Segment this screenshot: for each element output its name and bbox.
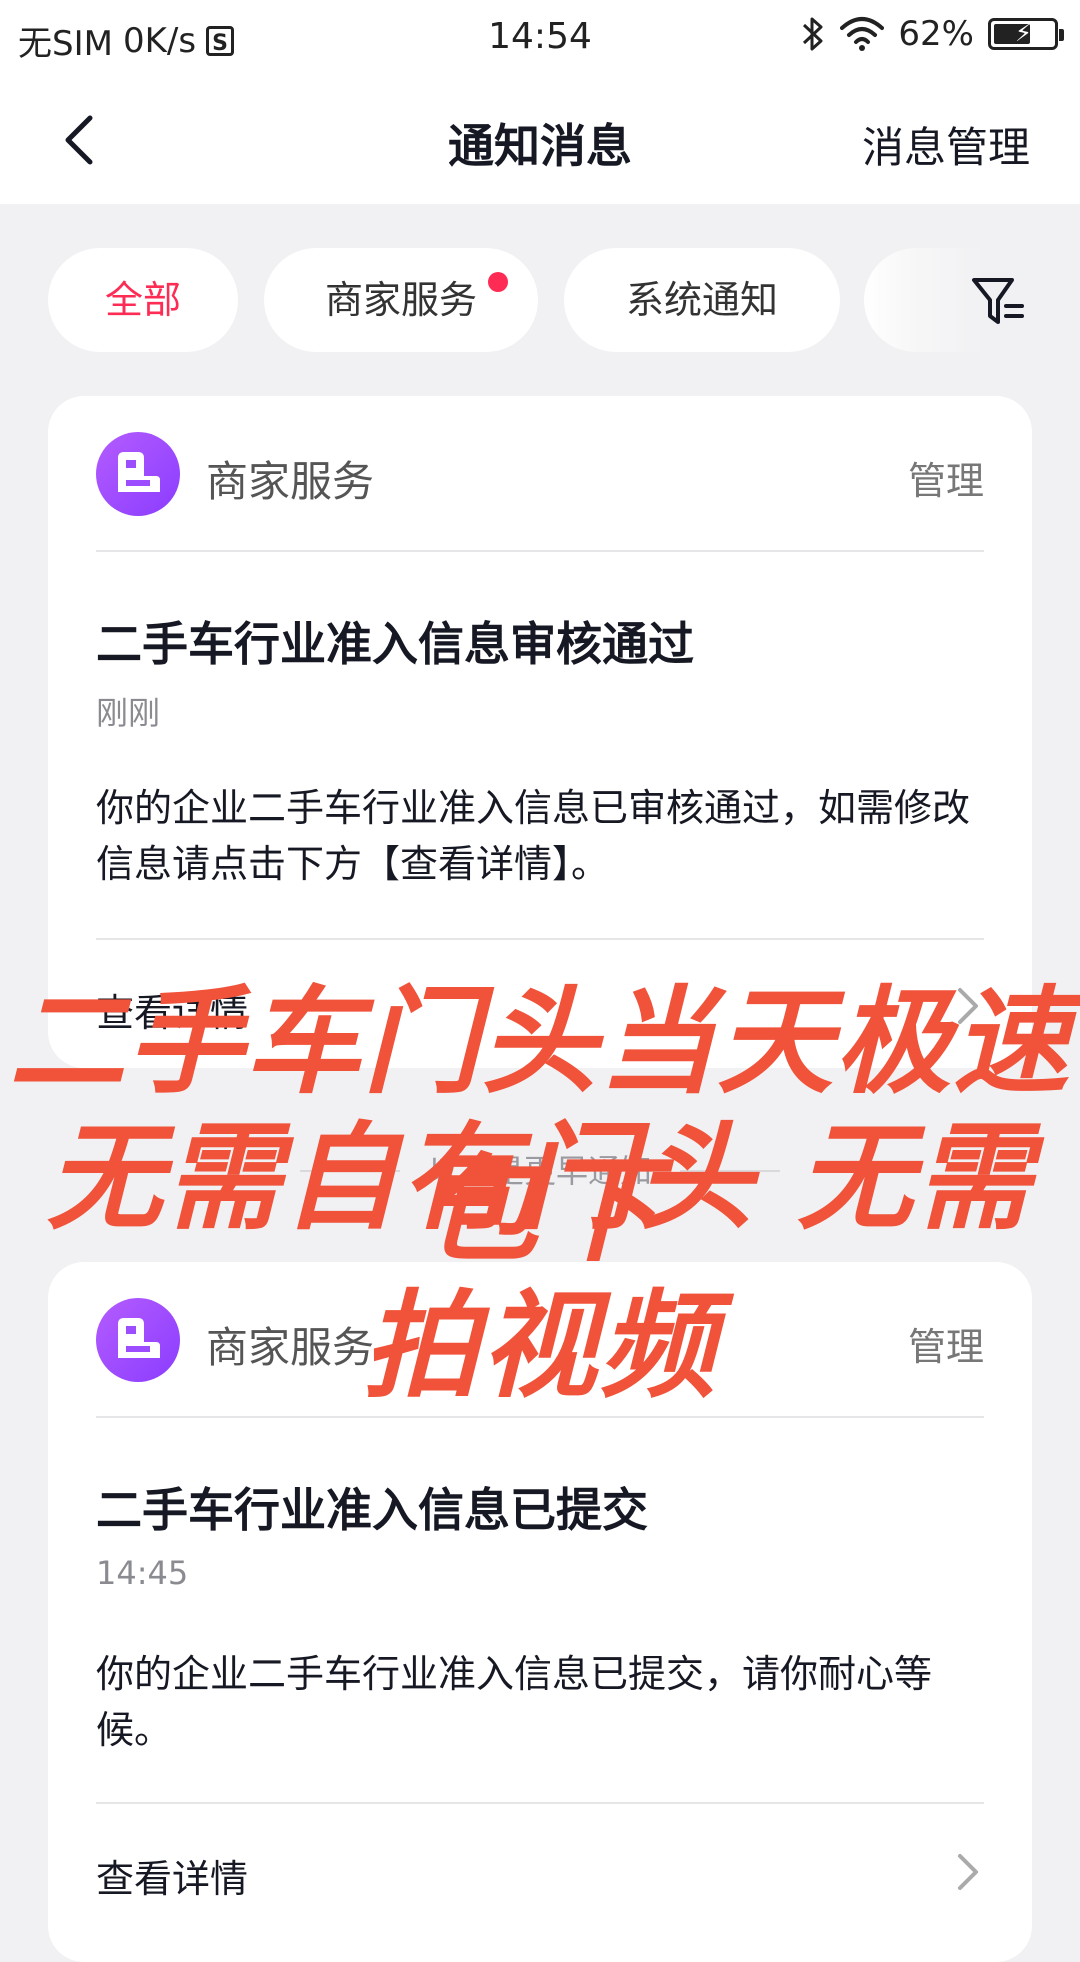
merchant-avatar: [96, 432, 180, 516]
promo-overlay-line2: 无需自有门头 无需拍视频: [46, 1111, 1034, 1414]
card-manage-button[interactable]: 管理: [908, 450, 984, 505]
card-divider: [96, 938, 984, 940]
battery-tip: [1059, 29, 1064, 41]
wifi-icon: [840, 17, 885, 51]
bluetooth-icon: [803, 17, 823, 51]
message-time: 刚刚: [96, 694, 161, 732]
message-title: 二手车行业准入信息审核通过: [96, 617, 694, 671]
card-divider: [96, 1802, 984, 1804]
message-body: 你的企业二手车行业准入信息已提交，请你耐心等候。: [96, 1652, 933, 1752]
tab-overflow-fade: [864, 248, 984, 352]
tab-all[interactable]: 全部: [48, 248, 238, 352]
chevron-right-icon: [958, 1854, 978, 1890]
tab-merchant-service[interactable]: 商家服务: [264, 248, 538, 352]
tab-system-notice[interactable]: 系统通知: [564, 248, 840, 352]
message-title: 二手车行业准入信息已提交: [96, 1483, 648, 1537]
unread-badge: [488, 272, 508, 292]
status-bar: 无SIM 0K/s S 14:54 62% ⚡: [0, 0, 1080, 76]
filter-icon[interactable]: [968, 272, 1028, 332]
message-time: 14:45: [96, 1554, 189, 1592]
message-body: 你的企业二手车行业准入信息已审核通过，如需修改信息请点击下方【查看详情】。: [96, 786, 971, 886]
sender-name: 商家服务: [206, 457, 375, 506]
card-header: 商家服务 管理: [96, 432, 984, 516]
view-details-link[interactable]: 查看详情: [96, 1848, 248, 1903]
charging-bolt-icon: ⚡: [1015, 19, 1032, 47]
tab-merchant-service-label: 商家服务: [324, 278, 477, 322]
nav-bar: 通知消息 消息管理: [0, 76, 1080, 204]
battery-icon: ⚡: [988, 18, 1064, 50]
message-manage-button[interactable]: 消息管理: [862, 114, 1030, 175]
store-icon: [118, 452, 160, 492]
battery-percent: 62%: [898, 14, 974, 54]
status-right: 62% ⚡: [800, 14, 1064, 54]
card-divider: [96, 550, 984, 552]
filter-tabs: 全部 商家服务 系统通知: [0, 204, 1080, 374]
